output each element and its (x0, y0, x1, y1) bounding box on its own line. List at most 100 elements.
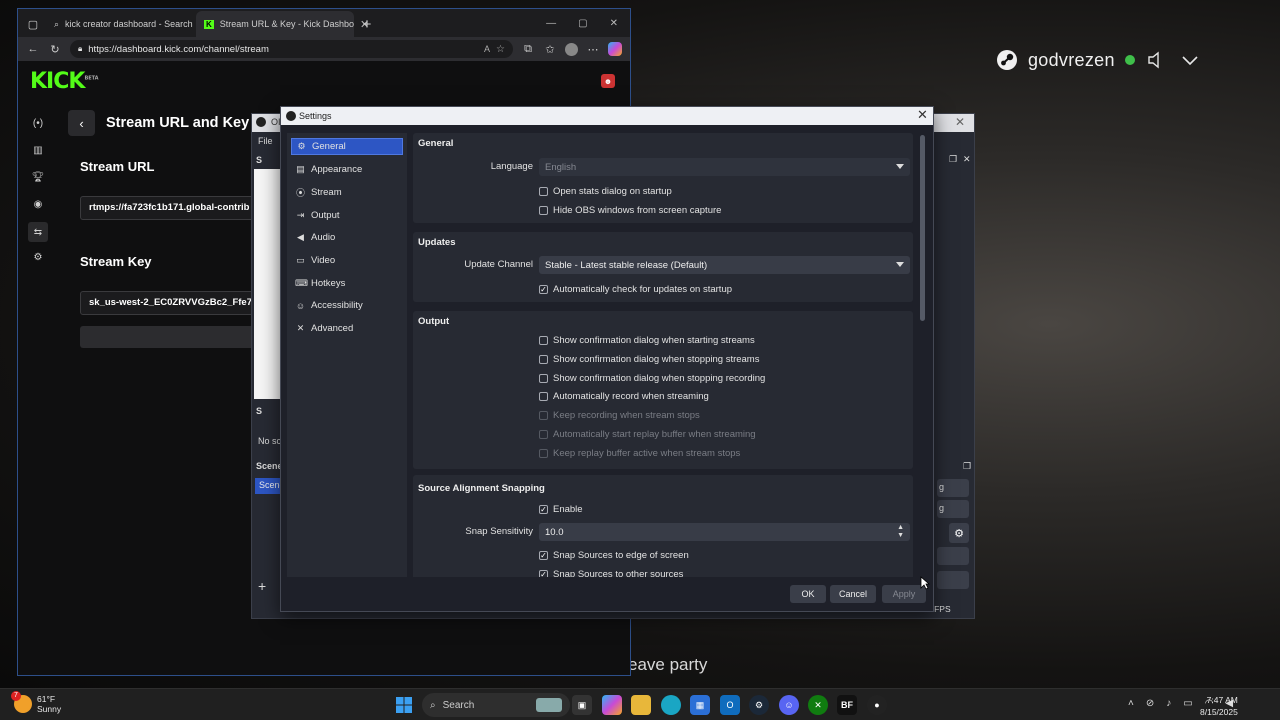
steam-icon[interactable]: ⚙ (749, 695, 769, 715)
windows-start-icon[interactable] (394, 695, 414, 715)
settings-scrollbar[interactable] (920, 135, 925, 321)
gear-icon[interactable]: ⚙ (949, 523, 969, 543)
tab-actions-icon[interactable]: ▢ (26, 17, 40, 31)
snap-sensitivity-spinbox[interactable]: 10.0 ▲ ▼ (539, 523, 910, 541)
scene-item[interactable]: Scene (255, 478, 285, 494)
copilot-icon[interactable] (602, 695, 622, 715)
keep-replay-buffer-checkbox[interactable]: Keep replay buffer active when stream st… (539, 448, 740, 459)
copilot-icon[interactable] (608, 42, 622, 56)
extensions-icon[interactable]: ⧉ (521, 42, 535, 56)
nav-general[interactable]: ⚙ General (291, 138, 403, 155)
chevron-up-icon[interactable]: ˄ (1128, 698, 1134, 709)
close-icon[interactable]: ✕ (955, 115, 965, 129)
controls-button-2[interactable]: g (937, 500, 969, 518)
microphone-icon[interactable]: ♪ (1166, 698, 1171, 709)
nav-video[interactable]: ▭ Video (291, 252, 403, 269)
stream-settings-icon[interactable]: ⇆ (28, 222, 48, 242)
gear-icon[interactable]: ⚙ (30, 249, 46, 265)
auto-replay-buffer-checkbox[interactable]: Automatically start replay buffer when s… (539, 429, 756, 440)
maximize-icon[interactable]: ▢ (578, 18, 587, 29)
cancel-button[interactable]: Cancel (830, 585, 876, 603)
more-menu-icon[interactable]: ⋯ (586, 42, 600, 56)
nav-hotkeys[interactable]: ⌨ Hotkeys (291, 275, 403, 292)
discord-icon[interactable]: ☺ (779, 695, 799, 715)
auto-check-updates-checkbox[interactable]: ✓ Automatically check for updates on star… (539, 284, 732, 295)
close-icon[interactable]: ✕ (917, 107, 928, 123)
snap-edge-checkbox[interactable]: ✓ Snap Sources to edge of screen (539, 550, 689, 561)
user-avatar[interactable]: ☻ (601, 74, 615, 88)
obs-icon[interactable]: ● (867, 695, 887, 715)
regenerate-key-button[interactable] (80, 326, 280, 348)
file-explorer-icon[interactable] (631, 695, 651, 715)
language-select[interactable]: English (539, 158, 910, 176)
stream-url-field[interactable]: rtmps://fa723fc1b171.global-contrib (80, 196, 280, 220)
taskbar-search[interactable]: ⌕ Search (422, 693, 570, 717)
snapping-enable-checkbox[interactable]: ✓ Enable (539, 504, 583, 515)
url-text: https://dashboard.kick.com/channel/strea… (88, 43, 269, 55)
ok-button[interactable]: OK (790, 585, 826, 603)
read-aloud-icon[interactable]: A (484, 44, 490, 54)
broadcast-icon[interactable]: (•) (30, 115, 46, 131)
minimize-icon[interactable]: — (546, 18, 556, 29)
nav-stream[interactable]: ⦿ Stream (291, 184, 403, 201)
outlook-icon[interactable]: O (720, 695, 740, 715)
kick-icon: K (204, 19, 214, 29)
windows-taskbar: 7 61°F Sunny ⌕ Search ▣ ▦ O ⚙ ☺ ✕ BF ● ˄… (0, 688, 1280, 720)
chevron-down-icon[interactable] (1179, 50, 1201, 70)
menu-file[interactable]: File (258, 136, 273, 146)
snap-other-sources-checkbox[interactable]: ✓ Snap Sources to other sources (539, 569, 683, 577)
back-button[interactable]: ‹ (68, 110, 95, 136)
nav-accessibility[interactable]: ☺ Accessibility (291, 297, 403, 314)
open-stats-checkbox[interactable]: Open stats dialog on startup (539, 186, 672, 197)
camera-icon[interactable]: ◉ (30, 196, 46, 212)
controls-button-1[interactable]: g (937, 479, 969, 497)
stream-key-field[interactable]: sk_us-west-2_EC0ZRVVGzBc2_Ffe7 (80, 291, 280, 315)
nav-appearance[interactable]: ▤ Appearance (291, 161, 403, 178)
back-arrow-icon[interactable]: ← (26, 42, 40, 56)
update-channel-select[interactable]: Stable - Latest stable release (Default) (539, 256, 910, 274)
spin-arrows-icon[interactable]: ▲ ▼ (897, 524, 904, 540)
store-icon[interactable]: ▦ (690, 695, 710, 715)
weather-widget[interactable]: 7 61°F Sunny (11, 691, 61, 714)
dock-close-icon[interactable]: ✕ (963, 154, 971, 165)
refresh-icon[interactable]: ↻ (48, 42, 62, 56)
xbox-icon[interactable]: ✕ (808, 695, 828, 715)
controls-button-4[interactable] (937, 571, 969, 589)
kick-logo[interactable]: KICKBETA (30, 69, 99, 94)
chevron-left-icon: ‹ (79, 115, 84, 131)
controls-button-3[interactable] (937, 547, 969, 565)
hide-obs-checkbox[interactable]: Hide OBS windows from screen capture (539, 205, 721, 216)
dock-float-icon-2[interactable]: ❐ (963, 461, 971, 472)
favorites-icon[interactable]: ✩ (543, 42, 557, 56)
auto-record-checkbox[interactable]: Automatically record when streaming (539, 391, 709, 402)
nav-audio[interactable]: ◀ Audio (291, 229, 403, 246)
lock-icon: 🔒︎ (78, 44, 83, 53)
close-window-icon[interactable]: ✕ (610, 18, 618, 29)
nav-advanced[interactable]: ✕ Advanced (291, 320, 403, 337)
nav-output[interactable]: ⇥ Output (291, 207, 403, 224)
steam-overlay-bar: godvrezen (996, 48, 1201, 72)
new-tab-icon[interactable]: + (360, 16, 374, 33)
display-icon[interactable]: ▭ (1183, 698, 1192, 709)
network-icon[interactable]: ⊘ (1146, 698, 1154, 709)
add-scene-icon[interactable]: + (258, 578, 266, 594)
tab-search[interactable]: ⌕ kick creator dashboard - Search ✕ (46, 11, 208, 37)
bf-icon[interactable]: BF (837, 695, 857, 715)
confirm-stop-recording-checkbox[interactable]: Show confirmation dialog when stopping r… (539, 373, 765, 384)
dock-float-icon[interactable]: ❐ (949, 154, 957, 165)
confirm-start-stream-checkbox[interactable]: Show confirmation dialog when starting s… (539, 335, 755, 346)
tab-kick-dashboard[interactable]: K Stream URL & Key - Kick Dashbo ✕ (196, 11, 369, 37)
edge-icon[interactable] (661, 695, 681, 715)
favorite-star-icon[interactable]: ☆ (496, 44, 505, 55)
keep-recording-checkbox[interactable]: Keep recording when stream stops (539, 410, 700, 421)
leave-party-text[interactable]: eave party (628, 655, 707, 675)
analytics-icon[interactable]: ▥ (30, 142, 46, 158)
taskview-icon[interactable]: ▣ (572, 695, 592, 715)
address-bar[interactable]: 🔒︎ https://dashboard.kick.com/channel/st… (70, 40, 513, 58)
trophy-icon[interactable]: 🏆︎ (30, 169, 46, 185)
taskbar-clock[interactable]: 7:47 AM 8/15/2025 (1200, 694, 1238, 718)
profile-avatar[interactable] (565, 42, 578, 56)
speaker-icon[interactable] (1145, 50, 1169, 70)
scenes-header: Scene (256, 461, 283, 471)
confirm-stop-stream-checkbox[interactable]: Show confirmation dialog when stopping s… (539, 354, 759, 365)
